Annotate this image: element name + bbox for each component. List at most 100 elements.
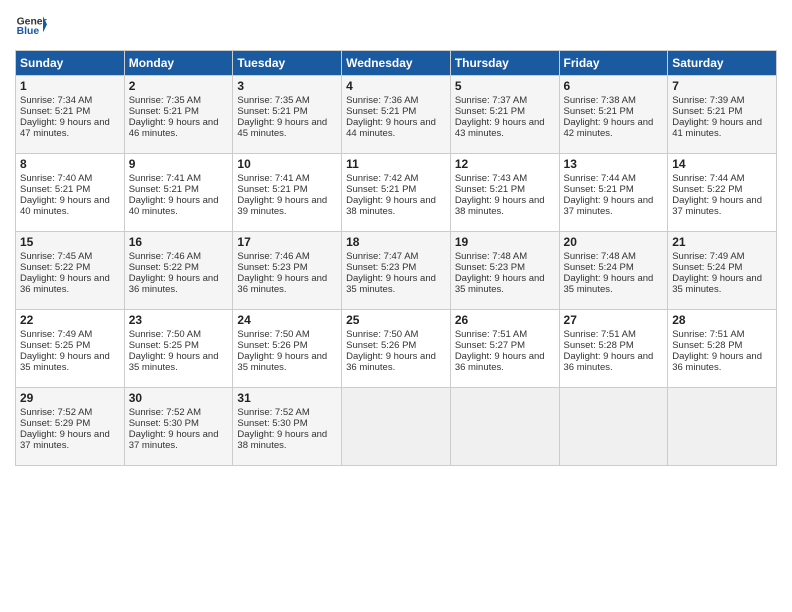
sunset-text: Sunset: 5:21 PM bbox=[346, 184, 416, 195]
day-number: 31 bbox=[237, 391, 337, 405]
day-number: 1 bbox=[20, 79, 120, 93]
sunrise-text: Sunrise: 7:46 AM bbox=[237, 251, 309, 262]
sunset-text: Sunset: 5:21 PM bbox=[20, 106, 90, 117]
calendar-body: 1Sunrise: 7:34 AMSunset: 5:21 PMDaylight… bbox=[16, 76, 777, 466]
sunrise-text: Sunrise: 7:44 AM bbox=[564, 173, 636, 184]
day-number: 7 bbox=[672, 79, 772, 93]
sunset-text: Sunset: 5:21 PM bbox=[455, 184, 525, 195]
week-row-3: 15Sunrise: 7:45 AMSunset: 5:22 PMDayligh… bbox=[16, 232, 777, 310]
day-number: 17 bbox=[237, 235, 337, 249]
svg-text:Blue: Blue bbox=[17, 26, 40, 37]
sunrise-text: Sunrise: 7:45 AM bbox=[20, 251, 92, 262]
calendar-cell: 19Sunrise: 7:48 AMSunset: 5:23 PMDayligh… bbox=[450, 232, 559, 310]
sunrise-text: Sunrise: 7:51 AM bbox=[564, 329, 636, 340]
day-header-monday: Monday bbox=[124, 51, 233, 76]
sunset-text: Sunset: 5:21 PM bbox=[129, 184, 199, 195]
calendar-cell: 21Sunrise: 7:49 AMSunset: 5:24 PMDayligh… bbox=[668, 232, 777, 310]
sunset-text: Sunset: 5:21 PM bbox=[564, 106, 634, 117]
sunset-text: Sunset: 5:21 PM bbox=[455, 106, 525, 117]
sunrise-text: Sunrise: 7:52 AM bbox=[237, 407, 309, 418]
calendar-cell: 29Sunrise: 7:52 AMSunset: 5:29 PMDayligh… bbox=[16, 388, 125, 466]
sunset-text: Sunset: 5:22 PM bbox=[129, 262, 199, 273]
daylight-text: Daylight: 9 hours and 35 minutes. bbox=[346, 273, 436, 295]
sunset-text: Sunset: 5:24 PM bbox=[564, 262, 634, 273]
daylight-text: Daylight: 9 hours and 37 minutes. bbox=[20, 429, 110, 451]
calendar-cell: 22Sunrise: 7:49 AMSunset: 5:25 PMDayligh… bbox=[16, 310, 125, 388]
day-number: 2 bbox=[129, 79, 229, 93]
daylight-text: Daylight: 9 hours and 36 minutes. bbox=[455, 351, 545, 373]
day-number: 11 bbox=[346, 157, 446, 171]
daylight-text: Daylight: 9 hours and 40 minutes. bbox=[20, 195, 110, 217]
calendar-cell: 30Sunrise: 7:52 AMSunset: 5:30 PMDayligh… bbox=[124, 388, 233, 466]
calendar-cell: 8Sunrise: 7:40 AMSunset: 5:21 PMDaylight… bbox=[16, 154, 125, 232]
sunrise-text: Sunrise: 7:48 AM bbox=[455, 251, 527, 262]
sunrise-text: Sunrise: 7:52 AM bbox=[129, 407, 201, 418]
calendar-cell: 24Sunrise: 7:50 AMSunset: 5:26 PMDayligh… bbox=[233, 310, 342, 388]
daylight-text: Daylight: 9 hours and 36 minutes. bbox=[20, 273, 110, 295]
sunrise-text: Sunrise: 7:44 AM bbox=[672, 173, 744, 184]
sunrise-text: Sunrise: 7:41 AM bbox=[129, 173, 201, 184]
sunset-text: Sunset: 5:25 PM bbox=[129, 340, 199, 351]
sunset-text: Sunset: 5:23 PM bbox=[346, 262, 416, 273]
header: General Blue bbox=[15, 10, 777, 42]
day-number: 8 bbox=[20, 157, 120, 171]
daylight-text: Daylight: 9 hours and 37 minutes. bbox=[129, 429, 219, 451]
daylight-text: Daylight: 9 hours and 36 minutes. bbox=[129, 273, 219, 295]
calendar-cell: 7Sunrise: 7:39 AMSunset: 5:21 PMDaylight… bbox=[668, 76, 777, 154]
day-header-friday: Friday bbox=[559, 51, 668, 76]
sunrise-text: Sunrise: 7:48 AM bbox=[564, 251, 636, 262]
day-header-sunday: Sunday bbox=[16, 51, 125, 76]
day-number: 30 bbox=[129, 391, 229, 405]
calendar-cell: 14Sunrise: 7:44 AMSunset: 5:22 PMDayligh… bbox=[668, 154, 777, 232]
sunrise-text: Sunrise: 7:35 AM bbox=[129, 95, 201, 106]
sunset-text: Sunset: 5:27 PM bbox=[455, 340, 525, 351]
calendar-cell: 23Sunrise: 7:50 AMSunset: 5:25 PMDayligh… bbox=[124, 310, 233, 388]
calendar-cell bbox=[342, 388, 451, 466]
daylight-text: Daylight: 9 hours and 36 minutes. bbox=[237, 273, 327, 295]
sunrise-text: Sunrise: 7:52 AM bbox=[20, 407, 92, 418]
day-number: 21 bbox=[672, 235, 772, 249]
sunset-text: Sunset: 5:21 PM bbox=[346, 106, 416, 117]
day-number: 24 bbox=[237, 313, 337, 327]
daylight-text: Daylight: 9 hours and 38 minutes. bbox=[346, 195, 436, 217]
daylight-text: Daylight: 9 hours and 35 minutes. bbox=[455, 273, 545, 295]
day-number: 4 bbox=[346, 79, 446, 93]
sunset-text: Sunset: 5:30 PM bbox=[237, 418, 307, 429]
calendar-cell: 28Sunrise: 7:51 AMSunset: 5:28 PMDayligh… bbox=[668, 310, 777, 388]
calendar-cell bbox=[450, 388, 559, 466]
sunrise-text: Sunrise: 7:46 AM bbox=[129, 251, 201, 262]
sunset-text: Sunset: 5:21 PM bbox=[564, 184, 634, 195]
daylight-text: Daylight: 9 hours and 36 minutes. bbox=[672, 351, 762, 373]
daylight-text: Daylight: 9 hours and 36 minutes. bbox=[564, 351, 654, 373]
calendar-cell: 16Sunrise: 7:46 AMSunset: 5:22 PMDayligh… bbox=[124, 232, 233, 310]
day-number: 6 bbox=[564, 79, 664, 93]
sunrise-text: Sunrise: 7:50 AM bbox=[129, 329, 201, 340]
daylight-text: Daylight: 9 hours and 47 minutes. bbox=[20, 117, 110, 139]
daylight-text: Daylight: 9 hours and 35 minutes. bbox=[672, 273, 762, 295]
sunrise-text: Sunrise: 7:39 AM bbox=[672, 95, 744, 106]
sunset-text: Sunset: 5:28 PM bbox=[564, 340, 634, 351]
day-number: 5 bbox=[455, 79, 555, 93]
daylight-text: Daylight: 9 hours and 37 minutes. bbox=[672, 195, 762, 217]
daylight-text: Daylight: 9 hours and 45 minutes. bbox=[237, 117, 327, 139]
logo: General Blue bbox=[15, 10, 47, 42]
daylight-text: Daylight: 9 hours and 44 minutes. bbox=[346, 117, 436, 139]
calendar-table: SundayMondayTuesdayWednesdayThursdayFrid… bbox=[15, 50, 777, 466]
sunset-text: Sunset: 5:23 PM bbox=[237, 262, 307, 273]
day-header-wednesday: Wednesday bbox=[342, 51, 451, 76]
day-number: 3 bbox=[237, 79, 337, 93]
daylight-text: Daylight: 9 hours and 35 minutes. bbox=[129, 351, 219, 373]
sunset-text: Sunset: 5:28 PM bbox=[672, 340, 742, 351]
calendar-cell: 1Sunrise: 7:34 AMSunset: 5:21 PMDaylight… bbox=[16, 76, 125, 154]
day-number: 19 bbox=[455, 235, 555, 249]
daylight-text: Daylight: 9 hours and 38 minutes. bbox=[455, 195, 545, 217]
calendar-cell: 17 Sunrise: 7:46 AMSunset: 5:23 PMDayligh… bbox=[233, 232, 342, 310]
calendar-cell: 10Sunrise: 7:41 AMSunset: 5:21 PMDayligh… bbox=[233, 154, 342, 232]
page-container: General Blue SundayMondayTuesdayWednesda… bbox=[0, 0, 792, 612]
sunrise-text: Sunrise: 7:35 AM bbox=[237, 95, 309, 106]
sunset-text: Sunset: 5:21 PM bbox=[237, 106, 307, 117]
calendar-cell: 4Sunrise: 7:36 AMSunset: 5:21 PMDaylight… bbox=[342, 76, 451, 154]
sunrise-text: Sunrise: 7:50 AM bbox=[346, 329, 418, 340]
sunset-text: Sunset: 5:21 PM bbox=[129, 106, 199, 117]
sunrise-text: Sunrise: 7:47 AM bbox=[346, 251, 418, 262]
